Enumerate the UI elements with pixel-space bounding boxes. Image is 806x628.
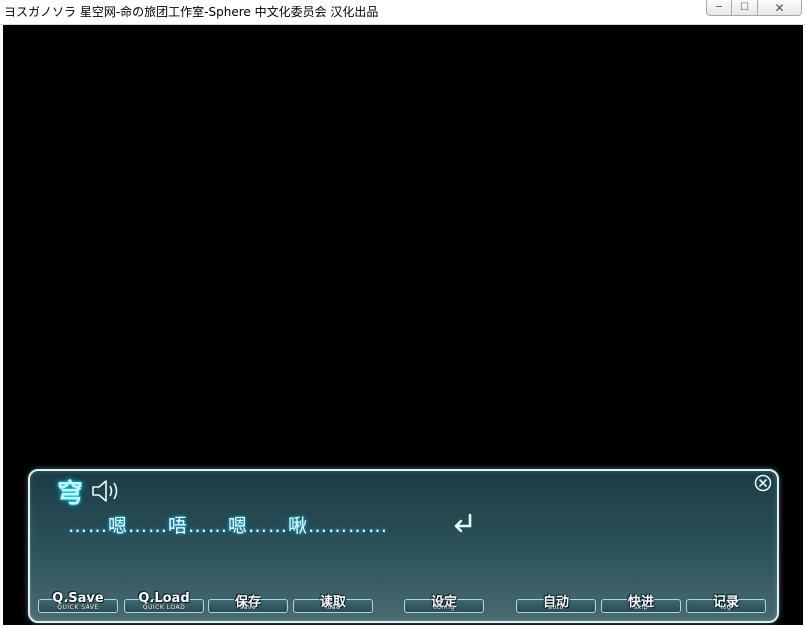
log-button[interactable]: 记录 log xyxy=(686,595,766,613)
window-controls: ─ ☐ ✕ xyxy=(706,0,802,16)
game-screen[interactable]: 穹 ……嗯……唔……嗯……啾………… Q.Save QUICK SAVE Q.L… xyxy=(3,25,803,625)
close-icon[interactable] xyxy=(754,474,772,496)
quick-save-button[interactable]: Q.Save QUICK SAVE xyxy=(38,591,118,613)
load-button[interactable]: 读取 load xyxy=(293,595,373,613)
window-title: ヨスガノソラ 星空网-命の旅团工作室-Sphere 中文化委员会 汉化出品 xyxy=(4,5,379,19)
quick-load-button[interactable]: Q.Load QUICK LOAD xyxy=(124,591,204,613)
dialogue-box[interactable]: 穹 ……嗯……唔……嗯……啾………… Q.Save QUICK SAVE Q.L… xyxy=(28,469,779,623)
config-button[interactable]: 设定 config xyxy=(404,595,484,613)
save-button[interactable]: 保存 save xyxy=(208,595,288,613)
dialogue-text: ……嗯……唔……嗯……啾………… xyxy=(68,515,389,537)
speaker-name: 穹 xyxy=(57,479,84,509)
maximize-button[interactable]: ☐ xyxy=(732,0,758,16)
auto-button[interactable]: 自动 auto xyxy=(516,595,596,613)
speaker-icon[interactable] xyxy=(91,479,121,507)
return-arrow-icon[interactable] xyxy=(451,513,475,539)
minimize-button[interactable]: ─ xyxy=(706,0,732,16)
window-title-bar: ヨスガノソラ 星空网-命の旅团工作室-Sphere 中文化委员会 汉化出品 ─ … xyxy=(0,0,806,25)
skip-button[interactable]: 快进 skip xyxy=(601,595,681,613)
close-window-button[interactable]: ✕ xyxy=(758,0,802,16)
